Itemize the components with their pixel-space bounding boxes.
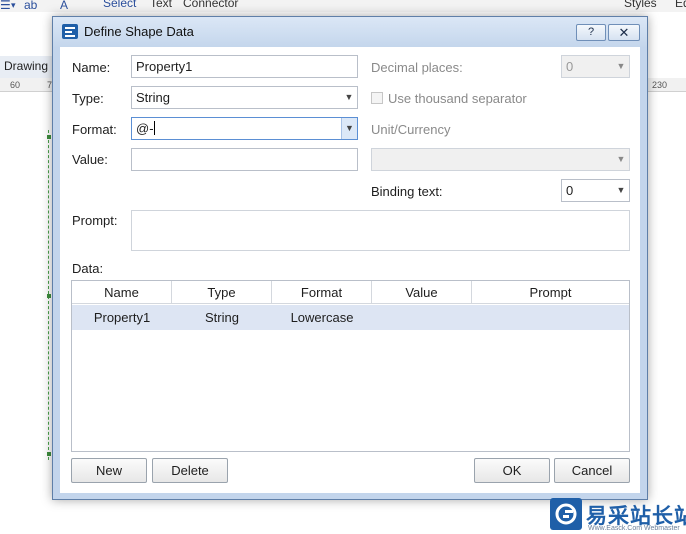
ruler-mark-right: 230 [652, 80, 668, 90]
unit-currency-select[interactable]: ▼ [371, 148, 630, 171]
type-select-value: String [136, 90, 170, 105]
binding-text-value: 0 [566, 183, 574, 198]
name-field[interactable]: Property1 [131, 55, 358, 78]
prompt-textarea[interactable] [131, 210, 630, 251]
type-select[interactable]: String ▼ [131, 86, 358, 109]
column-header-prompt[interactable]: Prompt [472, 281, 629, 304]
ruler-mark-left: 60 [10, 80, 21, 90]
delete-button[interactable]: Delete [152, 458, 228, 483]
app-logo-icon [62, 24, 78, 39]
column-header-type[interactable]: Type [172, 281, 272, 304]
thousand-separator-checkbox[interactable] [371, 92, 383, 104]
font-color-icon[interactable]: A [60, 0, 68, 12]
type-label: Type: [72, 91, 104, 106]
name-label: Name: [72, 60, 111, 75]
format-combo[interactable]: @- ▼ [131, 117, 358, 140]
cell-format: Lowercase [290, 310, 354, 325]
selection-handle[interactable] [47, 452, 51, 456]
format-label: Format: [72, 122, 117, 137]
value-field[interactable] [131, 148, 358, 171]
cell-type: String [205, 310, 239, 325]
watermark-sub: Www.Easck.Com Webmaster [588, 525, 680, 532]
name-field-value: Property1 [136, 59, 193, 74]
selection-handle[interactable] [47, 135, 51, 139]
thousand-separator-label: Use thousand separator [388, 91, 527, 106]
chevron-down-icon[interactable]: ▼ [341, 87, 357, 108]
watermark-logo-icon [550, 498, 582, 530]
table-header: Name Type Format Value Prompt [72, 281, 629, 304]
dialog-title: Define Shape Data [84, 24, 194, 39]
chevron-down-icon[interactable]: ▼ [613, 56, 629, 77]
app-ribbon: ☰ ▾ ab A Select Text Connector Styles Ed [0, 0, 686, 12]
prompt-label: Prompt: [72, 213, 118, 228]
cell-name: Property1 [93, 310, 151, 325]
selection-handle[interactable] [47, 294, 51, 298]
unit-currency-label: Unit/Currency [371, 122, 451, 137]
table-row[interactable]: Property1 String Lowercase [72, 305, 629, 330]
dialog-titlebar[interactable]: Define Shape Data ? ✕ [53, 17, 647, 47]
help-button[interactable]: ? [576, 24, 606, 41]
shape-data-table[interactable]: Name Type Format Value Prompt Property1 … [71, 280, 630, 452]
value-label: Value: [72, 152, 108, 167]
chevron-down-icon[interactable]: ▼ [613, 180, 629, 201]
cancel-button[interactable]: Cancel [554, 458, 630, 483]
cell-value [372, 305, 472, 330]
ok-button[interactable]: OK [474, 458, 550, 483]
decimal-places-select[interactable]: 0 ▼ [561, 55, 630, 78]
edit-tool[interactable]: Ed [675, 0, 686, 10]
close-button[interactable]: ✕ [608, 24, 640, 41]
chevron-down-icon[interactable]: ▼ [613, 149, 629, 170]
text-caret [153, 121, 155, 135]
binding-text-label: Binding text: [371, 184, 443, 199]
cell-prompt [472, 305, 629, 330]
define-shape-data-dialog: Define Shape Data ? ✕ Name: Property1 Ty… [52, 16, 648, 500]
decimal-places-value: 0 [566, 59, 574, 74]
dropdown-arrow-icon[interactable]: ▾ [11, 0, 16, 11]
data-label: Data: [72, 261, 104, 276]
format-combo-value: @- [136, 121, 154, 136]
text-style-icon[interactable]: ab [24, 0, 37, 12]
styles-tool[interactable]: Styles [624, 0, 657, 10]
select-tool[interactable]: Select [103, 0, 136, 10]
column-header-name[interactable]: Name [72, 281, 172, 304]
drawing-tab[interactable]: Drawing [0, 56, 60, 78]
new-button[interactable]: New [71, 458, 147, 483]
connector-tool[interactable]: Connector [183, 0, 238, 10]
binding-text-select[interactable]: 0 ▼ [561, 179, 630, 202]
text-tool[interactable]: Text [150, 0, 172, 10]
column-header-format[interactable]: Format [272, 281, 372, 304]
align-icon[interactable]: ☰ [0, 0, 11, 12]
decimal-places-label: Decimal places: [371, 60, 463, 75]
chevron-down-icon[interactable]: ▼ [341, 118, 357, 139]
dialog-body: Name: Property1 Type: String ▼ Format: @… [60, 47, 640, 493]
column-header-value[interactable]: Value [372, 281, 472, 304]
